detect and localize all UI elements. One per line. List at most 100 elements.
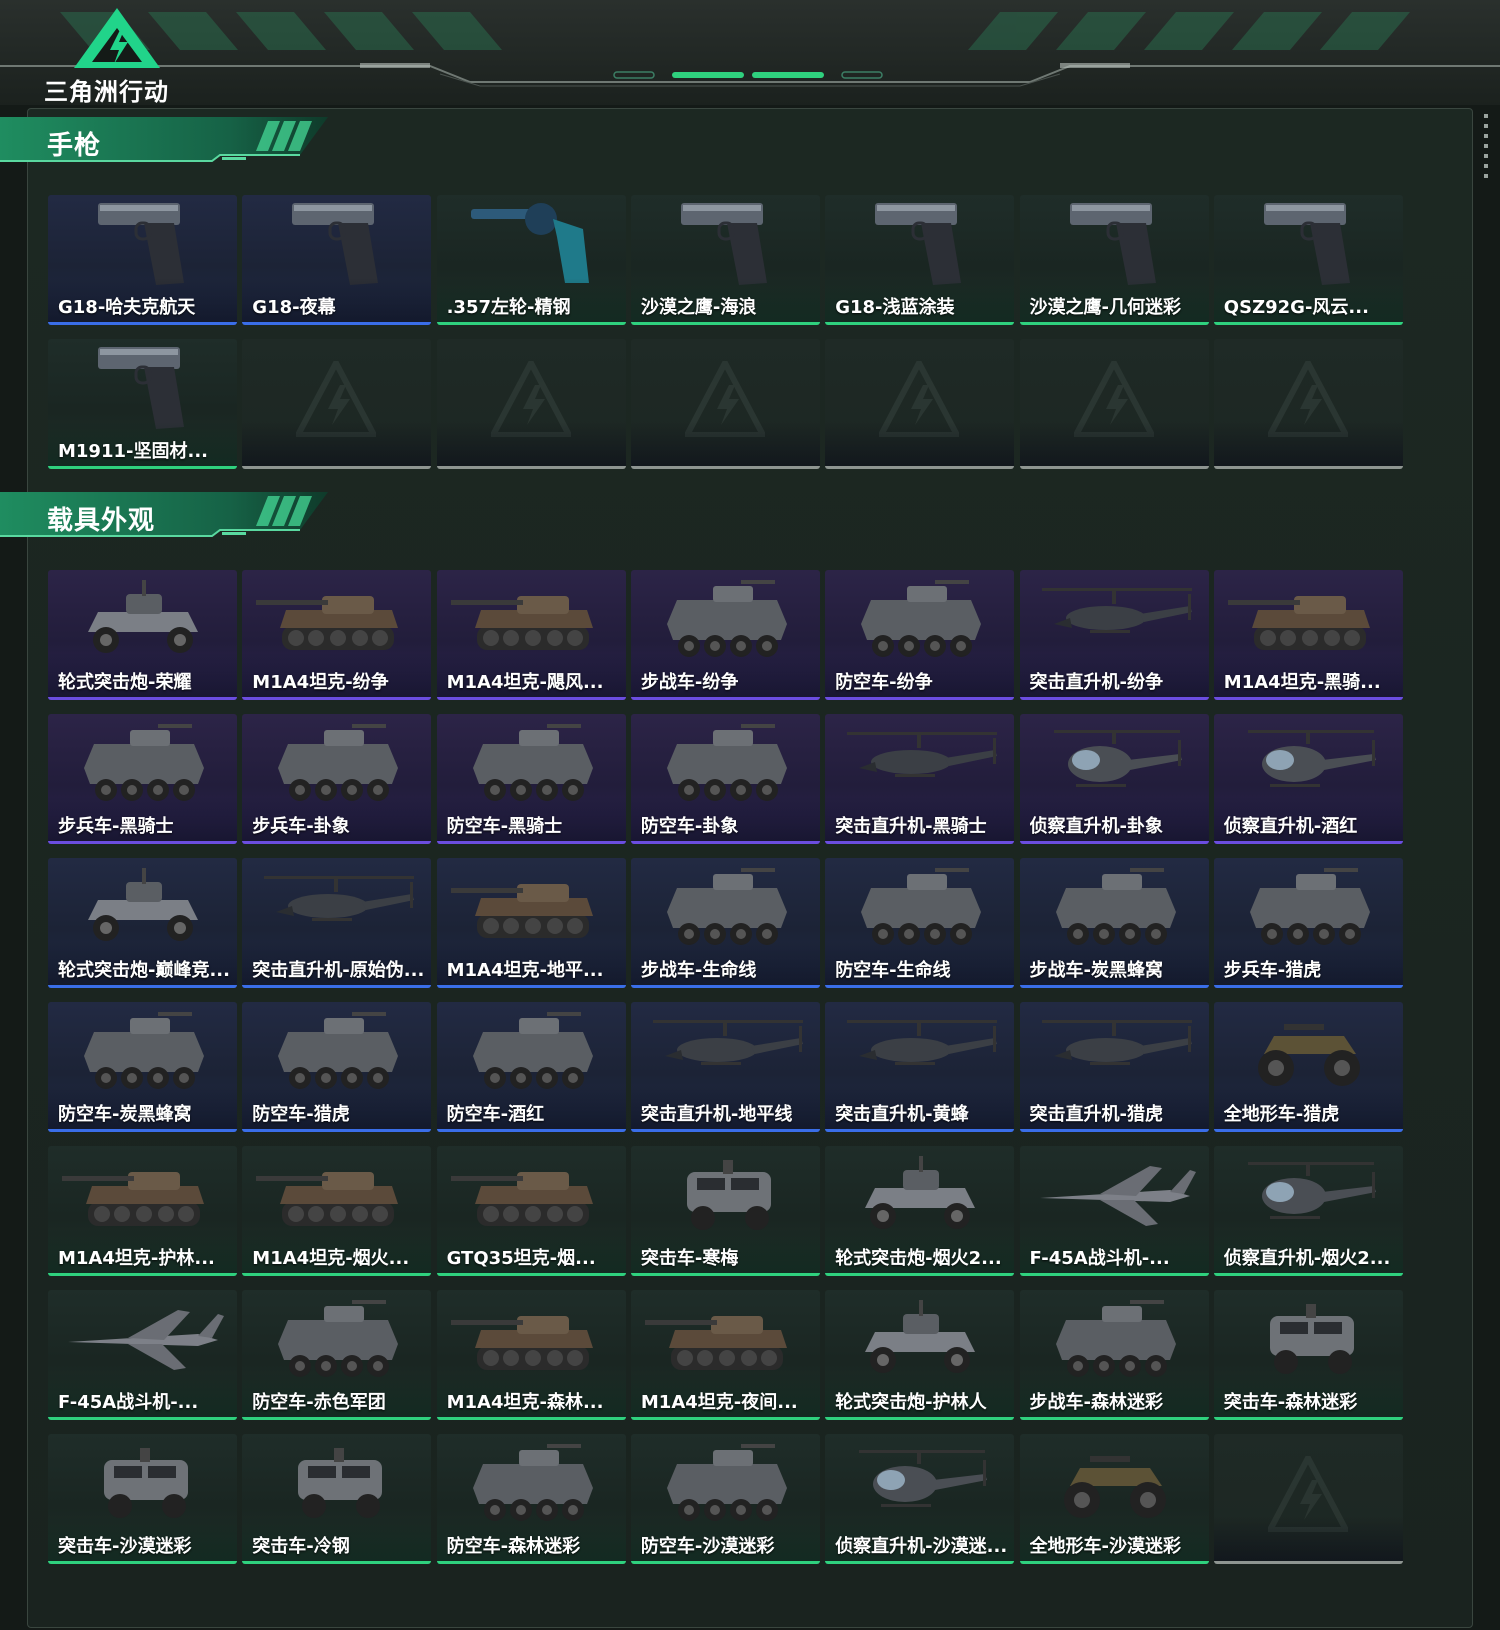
heli-icon [1041, 1020, 1192, 1065]
card-label: 防空车-赤色军团 [252, 1392, 386, 1413]
skin-card[interactable]: 防空车-生命线 [825, 858, 1015, 988]
quality-bar [1019, 1273, 1209, 1276]
skin-card[interactable]: 全地形车-沙漠迷彩 [1019, 1434, 1209, 1564]
skin-card[interactable]: M1911-坚固材... [48, 339, 237, 469]
card-label: 突击车-冷钢 [252, 1536, 350, 1557]
empty-slot [1019, 339, 1209, 469]
skin-card[interactable]: 突击车-森林迷彩 [1213, 1290, 1403, 1420]
skin-card[interactable]: M1A4坦克-护林... [48, 1146, 237, 1276]
skin-card[interactable]: 防空车-猎虎 [242, 1002, 432, 1132]
skin-card[interactable]: 侦察直升机-酒红 [1213, 714, 1403, 844]
tank-icon [450, 1316, 593, 1370]
heli-icon [1041, 588, 1192, 633]
card-label: 防空车-卦象 [640, 816, 739, 837]
skin-card[interactable]: 轮式突击炮-护林人 [825, 1290, 1015, 1420]
skin-card[interactable]: 步战车-炭黑蜂窝 [1019, 858, 1209, 988]
heli-icon [847, 1020, 998, 1065]
skin-card[interactable]: F-45A战斗机-... [1019, 1146, 1209, 1276]
skin-card[interactable]: .357左轮-精钢 [436, 195, 626, 325]
skin-card[interactable]: 突击直升机-原始伪... [242, 858, 432, 988]
skin-card[interactable]: M1A4坦克-森林... [436, 1290, 626, 1420]
skin-card[interactable]: M1A4坦克-黑骑... [1213, 570, 1403, 700]
quality-bar [1019, 466, 1209, 469]
skin-card[interactable]: 步兵车-黑骑士 [48, 714, 237, 844]
skin-card[interactable]: G18-浅蓝涂装 [825, 195, 1015, 325]
skin-card[interactable]: G18-哈夫克航天 [48, 195, 237, 325]
heli-icon [847, 732, 998, 777]
skin-card[interactable]: 突击车-沙漠迷彩 [48, 1434, 237, 1564]
quality-bar [825, 985, 1015, 988]
quality-bar [48, 841, 237, 844]
skin-card[interactable]: M1A4坦克-纷争 [242, 570, 432, 700]
skin-card[interactable]: 突击直升机-纷争 [1019, 570, 1209, 700]
skin-card[interactable]: M1A4坦克-地平... [436, 858, 626, 988]
skin-card[interactable]: 轮式突击炮-荣耀 [48, 570, 237, 700]
skin-card[interactable]: 突击直升机-猎虎 [1019, 1002, 1209, 1132]
skin-card[interactable]: 步兵车-猎虎 [1213, 858, 1403, 988]
skin-card[interactable]: M1A4坦克-烟火... [242, 1146, 432, 1276]
buggy-icon [88, 580, 198, 653]
skin-card[interactable]: 防空车-沙漠迷彩 [630, 1434, 820, 1564]
banner-stripes [60, 12, 1410, 50]
skin-card[interactable]: 突击直升机-黄蜂 [825, 1002, 1015, 1132]
skin-card[interactable]: 防空车-森林迷彩 [436, 1434, 626, 1564]
quality-bar [1213, 1273, 1403, 1276]
quality-bar [242, 322, 432, 325]
card-label: 突击直升机-猎虎 [1029, 1104, 1163, 1125]
skin-card[interactable]: 沙漠之鹰-几何迷彩 [1019, 195, 1209, 325]
skin-card[interactable]: 步战车-生命线 [630, 858, 820, 988]
skin-card[interactable]: 防空车-炭黑蜂窝 [48, 1002, 237, 1132]
card-label: 步兵车-黑骑士 [58, 816, 174, 837]
skin-card[interactable]: 侦察直升机-沙漠迷... [825, 1434, 1015, 1564]
skin-card[interactable]: 沙漠之鹰-海浪 [630, 195, 820, 325]
apc-icon [1055, 868, 1176, 945]
section-header-pistols: 手枪 [0, 117, 330, 169]
skin-card[interactable]: 侦察直升机-烟火2... [1213, 1146, 1403, 1276]
skin-card[interactable]: 突击直升机-地平线 [630, 1002, 820, 1132]
skin-card[interactable]: QSZ92G-风云... [1213, 195, 1403, 325]
skin-card[interactable]: 步战车-纷争 [630, 570, 820, 700]
pistol-icon [1069, 203, 1156, 285]
skin-card[interactable]: 防空车-卦象 [630, 714, 820, 844]
skin-card[interactable]: M1A4坦克-夜间... [630, 1290, 820, 1420]
skin-card[interactable]: GTQ35坦克-烟... [436, 1146, 626, 1276]
card-label: 侦察直升机-沙漠迷... [835, 1536, 1008, 1557]
scout-icon [1053, 730, 1182, 787]
skin-card[interactable]: 防空车-黑骑士 [436, 714, 626, 844]
skin-card[interactable]: F-45A战斗机-... [48, 1290, 237, 1420]
quality-bar [1019, 322, 1209, 325]
skin-card[interactable]: 全地形车-猎虎 [1213, 1002, 1403, 1132]
quality-bar [630, 985, 820, 988]
skin-card[interactable]: 防空车-纷争 [825, 570, 1015, 700]
quality-bar [1213, 697, 1403, 700]
skin-card[interactable]: 侦察直升机-卦象 [1019, 714, 1209, 844]
quality-bar [630, 1273, 820, 1276]
scrollbar-indicator[interactable] [1484, 114, 1488, 178]
skin-card[interactable]: G18-夜幕 [242, 195, 432, 325]
skin-card[interactable]: 突击直升机-黑骑士 [825, 714, 1015, 844]
apc-icon [278, 1300, 399, 1377]
card-label: M1A4坦克-飓风... [446, 672, 604, 693]
tank-icon [256, 1172, 399, 1226]
skin-card[interactable]: 轮式突击炮-烟火2... [825, 1146, 1015, 1276]
skin-card[interactable]: M1A4坦克-飓风... [436, 570, 626, 700]
apc-icon [1055, 1300, 1176, 1377]
skin-card[interactable]: 轮式突击炮-巅峰竞... [48, 858, 237, 988]
card-label: 步兵车-猎虎 [1223, 960, 1322, 981]
card-label: 突击车-寒梅 [640, 1248, 739, 1269]
quality-bar [630, 1417, 820, 1420]
skin-card[interactable]: 突击车-冷钢 [242, 1434, 432, 1564]
skin-card[interactable]: 防空车-赤色军团 [242, 1290, 432, 1420]
quality-bar [242, 1129, 432, 1132]
card-label: 防空车-酒红 [446, 1104, 545, 1125]
skin-card[interactable]: 防空车-酒红 [436, 1002, 626, 1132]
card-label: F-45A战斗机-... [1029, 1248, 1170, 1269]
skin-card[interactable]: 步兵车-卦象 [242, 714, 432, 844]
quality-bar [242, 985, 432, 988]
quality-bar [1213, 1129, 1403, 1132]
skin-card[interactable]: 突击车-寒梅 [630, 1146, 820, 1276]
skin-card[interactable]: 步战车-森林迷彩 [1019, 1290, 1209, 1420]
quality-bar [48, 1417, 237, 1420]
atv-icon [1063, 1456, 1166, 1518]
empty-slot [1213, 1434, 1403, 1564]
